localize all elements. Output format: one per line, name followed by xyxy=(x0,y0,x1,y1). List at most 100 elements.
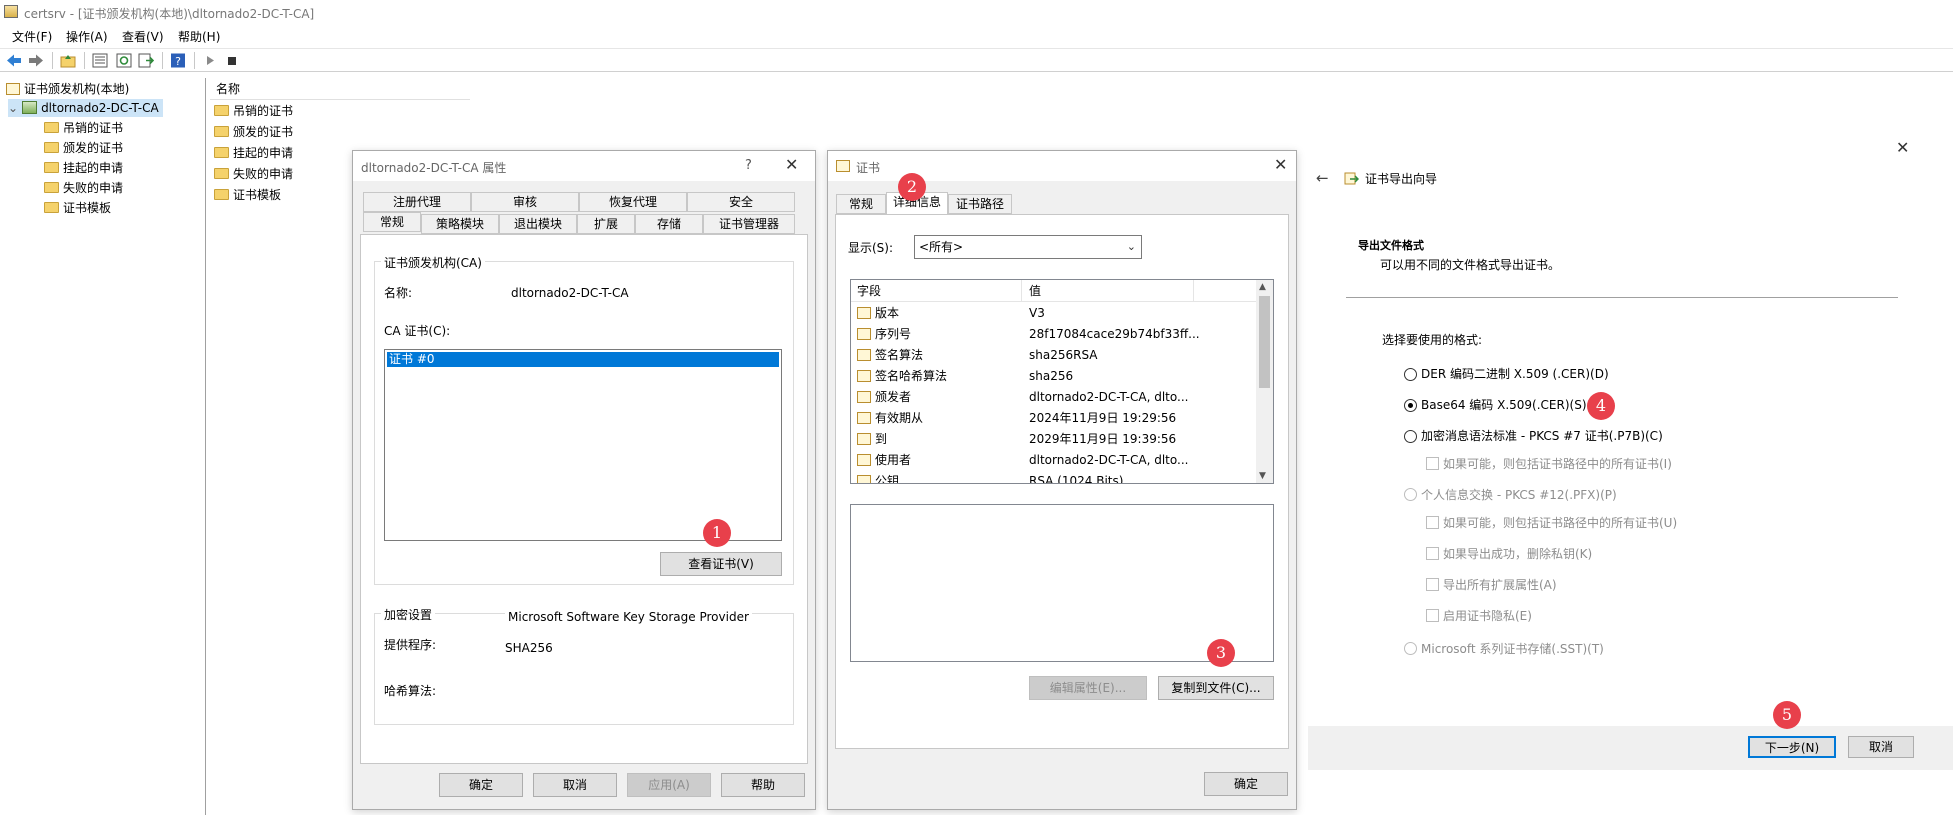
scroll-thumb[interactable] xyxy=(1259,296,1270,388)
menu-file[interactable]: 文件(F) xyxy=(12,28,52,45)
list-item[interactable]: 证书模板 xyxy=(214,186,281,204)
tab-extensions[interactable]: 扩展 xyxy=(577,214,635,234)
checkbox-pfx-include-all[interactable] xyxy=(1426,516,1439,529)
table-row[interactable]: 版本 V3 xyxy=(851,303,1045,324)
list-item[interactable]: 失败的申请 xyxy=(214,165,293,183)
close-icon[interactable]: ✕ xyxy=(1274,157,1287,173)
ca-cert-item[interactable]: 证书 #0 xyxy=(387,352,779,367)
help-question-button[interactable]: ? xyxy=(745,158,752,174)
tab-general[interactable]: 常规 xyxy=(363,212,421,232)
tab-recovery-agents[interactable]: 恢复代理 xyxy=(579,192,687,212)
copy-to-file-button[interactable]: 复制到文件(C)... xyxy=(1158,676,1274,700)
start-service-icon[interactable] xyxy=(202,53,218,68)
scroll-down-icon[interactable]: ▼ xyxy=(1259,471,1266,481)
menu-action[interactable]: 操作(A) xyxy=(66,28,108,45)
radio-pfx[interactable] xyxy=(1404,488,1417,501)
label-base64[interactable]: Base64 编码 X.509(.CER)(S) xyxy=(1421,398,1587,412)
fields-table[interactable]: 字段 值 版本 V3 序列号 28f17084cace29b74bf33ff... … xyxy=(850,279,1274,484)
tab-general[interactable]: 常规 xyxy=(836,194,886,214)
column-field[interactable]: 字段 xyxy=(857,280,881,302)
tab-exit-module[interactable]: 退出模块 xyxy=(499,214,577,234)
back-arrow-icon[interactable]: ← xyxy=(1316,170,1329,186)
refresh-icon[interactable] xyxy=(116,53,132,68)
view-certificate-button[interactable]: 查看证书(V) xyxy=(660,552,782,576)
close-icon[interactable]: ✕ xyxy=(785,157,798,173)
certificate-authority-icon xyxy=(6,83,20,95)
tab-enrollment-agents[interactable]: 注册代理 xyxy=(363,192,471,212)
table-row[interactable]: 公钥 RSA (1024 Bits) xyxy=(851,471,1123,483)
radio-base64[interactable] xyxy=(1404,399,1417,412)
table-row[interactable]: 使用者 dltornado2-DC-T-CA, dlto... xyxy=(851,450,1188,471)
apply-button[interactable]: 应用(A) xyxy=(627,773,711,797)
back-arrow-icon[interactable] xyxy=(6,53,22,68)
radio-der[interactable] xyxy=(1404,368,1417,381)
menu-help[interactable]: 帮助(H) xyxy=(178,28,220,45)
stop-service-icon[interactable] xyxy=(224,53,240,68)
name-value: dltornado2-DC-T-CA xyxy=(511,286,629,300)
tree-item-ca[interactable]: ⌄ dltornado2-DC-T-CA xyxy=(8,99,163,117)
edit-properties-button[interactable]: 编辑属性(E)... xyxy=(1029,676,1147,700)
chevron-down-icon[interactable]: ⌄ xyxy=(8,101,18,115)
tab-policy-module[interactable]: 策略模块 xyxy=(421,214,499,234)
next-button[interactable]: 下一步(N) xyxy=(1748,736,1836,758)
dialog-title-bar: dltornado2-DC-T-CA 属性 ? ✕ xyxy=(353,151,815,181)
forward-arrow-icon[interactable] xyxy=(28,53,44,68)
list-item[interactable]: 挂起的申请 xyxy=(214,144,293,162)
tab-auditing[interactable]: 审核 xyxy=(471,192,579,212)
name-label: 名称: xyxy=(384,286,413,300)
menu-view[interactable]: 查看(V) xyxy=(122,28,164,45)
details-tab-panel: 显示(S): <所有> ⌄ 字段 值 版本 V3 序列号 28f17084cace2… xyxy=(835,214,1289,749)
cancel-button[interactable]: 取消 xyxy=(533,773,617,797)
show-hide-tree-icon[interactable] xyxy=(92,53,108,68)
help-button[interactable]: 帮助 xyxy=(721,773,805,797)
table-row[interactable]: 序列号 28f17084cace29b74bf33ff... xyxy=(851,324,1200,345)
tab-certificate-managers[interactable]: 证书管理器 xyxy=(703,214,795,234)
checkbox-pfx-privacy[interactable] xyxy=(1426,609,1439,622)
tree-root[interactable]: 证书颁发机构(本地) xyxy=(6,80,129,98)
provider-label: 提供程序: xyxy=(384,638,437,652)
tree-item-revoked[interactable]: 吊销的证书 xyxy=(44,119,123,137)
help-icon[interactable]: ? xyxy=(170,53,186,68)
cancel-button[interactable]: 取消 xyxy=(1848,736,1914,758)
radio-pkcs7[interactable] xyxy=(1404,430,1417,443)
radio-sst[interactable] xyxy=(1404,642,1417,655)
checkbox-pkcs7-include-all[interactable] xyxy=(1426,457,1439,470)
tree-item-pending[interactable]: 挂起的申请 xyxy=(44,159,123,177)
label-pkcs7[interactable]: 加密消息语法标准 - PKCS #7 证书(.P7B)(C) xyxy=(1421,429,1663,443)
folder-icon xyxy=(214,189,229,200)
tab-certification-path[interactable]: 证书路径 xyxy=(948,194,1012,214)
checkbox-pfx-delete-key[interactable] xyxy=(1426,547,1439,560)
vertical-scrollbar[interactable]: ▲ ▼ xyxy=(1256,280,1273,483)
tree-item-issued[interactable]: 颁发的证书 xyxy=(44,139,123,157)
up-folder-icon[interactable] xyxy=(60,53,76,68)
table-row[interactable]: 签名算法 sha256RSA xyxy=(851,345,1098,366)
list-item[interactable]: 吊销的证书 xyxy=(214,102,293,120)
column-value[interactable]: 值 xyxy=(1029,280,1041,302)
ca-server-icon xyxy=(22,101,38,114)
label-sst: Microsoft 系列证书存储(.SST)(T) xyxy=(1421,642,1604,656)
close-icon[interactable]: ✕ xyxy=(1896,140,1909,156)
tab-security[interactable]: 安全 xyxy=(687,192,795,212)
list-item[interactable]: 颁发的证书 xyxy=(214,123,293,141)
tree-item-templates[interactable]: 证书模板 xyxy=(44,199,111,217)
field-value-textbox[interactable] xyxy=(850,504,1274,662)
table-row[interactable]: 到 2029年11月9日 19:39:56 xyxy=(851,429,1176,450)
hash-label: 哈希算法: xyxy=(384,684,437,698)
scroll-up-icon[interactable]: ▲ xyxy=(1259,282,1266,292)
table-row[interactable]: 有效期从 2024年11月9日 19:29:56 xyxy=(851,408,1176,429)
tree-item-failed[interactable]: 失败的申请 xyxy=(44,179,123,197)
table-row[interactable]: 签名哈希算法 sha256 xyxy=(851,366,1073,387)
wizard-divider xyxy=(1346,297,1898,298)
ca-cert-listbox[interactable]: 证书 #0 xyxy=(384,349,782,541)
list-column-header[interactable]: 名称 xyxy=(210,78,470,100)
ok-button[interactable]: 确定 xyxy=(439,773,523,797)
dialog-title-bar: 证书 ✕ xyxy=(828,151,1296,181)
ca-properties-dialog: dltornado2-DC-T-CA 属性 ? ✕ 注册代理 审核 恢复代理 安… xyxy=(352,150,816,810)
export-list-icon[interactable] xyxy=(138,53,154,68)
label-der[interactable]: DER 编码二进制 X.509 (.CER)(D) xyxy=(1421,367,1609,381)
checkbox-pfx-export-ext[interactable] xyxy=(1426,578,1439,591)
ok-button[interactable]: 确定 xyxy=(1204,772,1288,796)
show-dropdown[interactable]: <所有> ⌄ xyxy=(914,235,1142,259)
table-row[interactable]: 颁发者 dltornado2-DC-T-CA, dlto... xyxy=(851,387,1188,408)
tab-storage[interactable]: 存储 xyxy=(635,214,703,234)
